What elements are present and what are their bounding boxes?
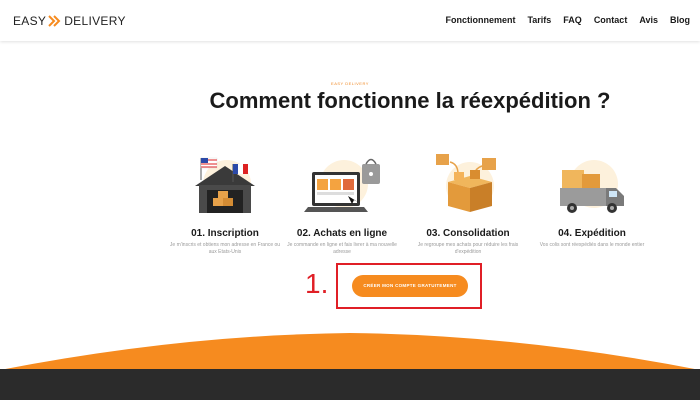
nav-fonctionnement[interactable]: Fonctionnement — [445, 15, 515, 25]
step-expedition: 04. Expédition Vos colis sont réexpédiés… — [532, 152, 652, 249]
delivery-truck-icon — [532, 152, 652, 222]
brand-logo[interactable]: EASY DELIVERY — [13, 14, 126, 28]
create-account-button[interactable]: CRÉER MON COMPTE GRATUITEMENT — [352, 275, 468, 297]
annotation-number: 1. — [305, 268, 329, 299]
footer-bar — [0, 369, 700, 400]
step-achats: 02. Achats en ligne Je commande en ligne… — [282, 152, 402, 256]
step-description: Je regroupe mes achats pour réduire les … — [417, 242, 519, 255]
laptop-shopping-icon — [282, 152, 402, 222]
orange-wave-decoration — [0, 333, 700, 370]
nav-faq[interactable]: FAQ — [563, 15, 582, 25]
chevron-right-icon — [48, 15, 61, 27]
step-title: 02. Achats en ligne — [296, 228, 388, 239]
step-description: Je m'inscris et obtiens mon adresse en F… — [169, 242, 281, 255]
step-title: 01. Inscription — [191, 228, 259, 239]
brand-logo-right: DELIVERY — [64, 14, 126, 28]
step-inscription: 01. Inscription Je m'inscris et obtiens … — [165, 152, 285, 256]
brand-logo-left: EASY — [13, 14, 47, 28]
nav-tarifs[interactable]: Tarifs — [527, 15, 551, 25]
nav-contact[interactable]: Contact — [594, 15, 628, 25]
annotation-highlight-box: CRÉER MON COMPTE GRATUITEMENT — [336, 263, 482, 309]
page-title: Comment fonctionne la réexpédition ? — [209, 88, 611, 113]
main-nav: Fonctionnement Tarifs FAQ Contact Avis B… — [433, 15, 690, 25]
boxes-consolidation-icon — [408, 152, 528, 222]
site-header: EASY DELIVERY Fonctionnement Tarifs FAQ … — [0, 0, 700, 41]
step-title: 04. Expédition — [558, 228, 626, 239]
house-flags-icon — [165, 152, 285, 222]
step-description: Vos colis sont réexpédiés dans le monde … — [539, 242, 645, 248]
section-eyebrow: EASY DELIVERY — [331, 81, 369, 86]
nav-blog[interactable]: Blog — [670, 15, 690, 25]
step-consolidation: 03. Consolidation Je regroupe mes achats… — [408, 152, 528, 256]
nav-avis[interactable]: Avis — [639, 15, 658, 25]
step-title: 03. Consolidation — [426, 228, 510, 239]
step-description: Je commande en ligne et fais livrer à ma… — [287, 242, 397, 255]
